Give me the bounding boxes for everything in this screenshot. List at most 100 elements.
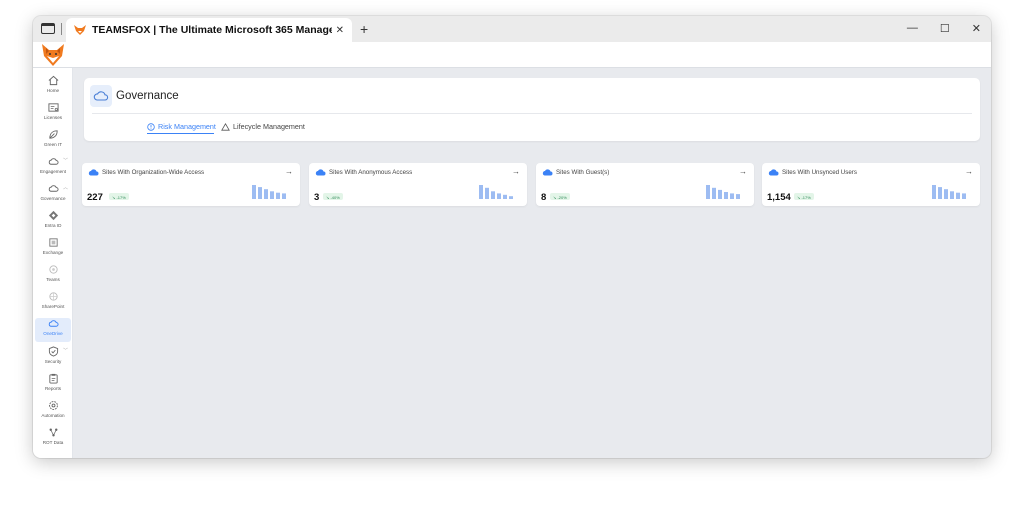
- stat-card-title: Sites With Organization-Wide Access: [102, 169, 205, 176]
- sidebar-item-sharepoint[interactable]: SharePoint: [35, 291, 71, 315]
- page-title: Governance: [116, 90, 179, 102]
- mini-bar: [282, 193, 286, 199]
- sidebar-item-home[interactable]: Home: [35, 75, 71, 99]
- gear-icon: [48, 401, 58, 410]
- tab-close-icon[interactable]: ✕: [336, 25, 344, 36]
- mini-bar: [950, 191, 954, 199]
- trend-badge: ↘ -17%: [794, 193, 814, 200]
- trend-value: -20%: [557, 194, 567, 200]
- sidebar-item-label: Licenses: [43, 115, 63, 120]
- mini-bar-chart: [706, 185, 740, 199]
- sidebar-item-teams[interactable]: Teams: [35, 264, 71, 288]
- chevron-down-icon[interactable]: ﹀: [63, 347, 68, 354]
- minimize-button[interactable]: —: [907, 22, 918, 35]
- teamsfox-logo[interactable]: [41, 43, 65, 67]
- sidebar-item-label: Engagement: [39, 169, 67, 174]
- chevron-up-icon[interactable]: ︿: [63, 184, 68, 191]
- stat-card-value: 227: [87, 192, 103, 203]
- diamond-icon: [48, 210, 58, 221]
- arrow-right-icon[interactable]: →: [512, 167, 520, 176]
- stat-card-value: 8: [541, 192, 547, 203]
- mini-bar: [712, 187, 716, 199]
- leaf-icon: [48, 130, 58, 139]
- mini-bar: [264, 189, 268, 199]
- stat-card-guests[interactable]: Sites With Guest(s) → 8 ↘ -20%: [536, 163, 754, 206]
- fox-favicon-icon: [74, 25, 86, 35]
- stat-card-title: Sites With Guest(s): [556, 169, 610, 176]
- trend-badge: ↘ -40%: [323, 193, 343, 200]
- mini-bar: [736, 194, 740, 199]
- sidebar-item-label: Governance: [40, 196, 66, 201]
- license-icon: [47, 103, 59, 112]
- chevron-down-icon[interactable]: ﹀: [63, 157, 68, 164]
- stat-card-value: 1,154: [767, 192, 791, 203]
- mini-bar: [479, 185, 483, 199]
- onedrive-icon: [48, 320, 59, 327]
- sidebar-item-licenses[interactable]: Licenses: [35, 102, 71, 126]
- maximize-button[interactable]: ☐: [940, 22, 950, 35]
- window-controls: — ☐ ✕: [907, 22, 981, 35]
- active-tab-indicator: [147, 133, 214, 134]
- sidebar-item-label: SharePoint: [41, 304, 65, 309]
- mini-bar: [718, 189, 722, 199]
- stat-card-anonymous-access[interactable]: Sites With Anonymous Access → 3 ↘ -40%: [309, 163, 527, 206]
- onedrive-cloud-icon: [542, 169, 553, 176]
- sidebar-item-label: Automation: [41, 413, 65, 418]
- sidebar-item-onedrive[interactable]: OneDrive: [35, 318, 71, 342]
- mini-bar: [706, 185, 710, 199]
- close-button[interactable]: ✕: [972, 22, 981, 35]
- sidebar-item-label: Security: [44, 359, 62, 364]
- app-header: [33, 42, 991, 68]
- stat-card-title: Sites With Anonymous Access: [329, 169, 413, 176]
- trend-value: -40%: [330, 194, 340, 200]
- tab-label: Lifecycle Management: [233, 122, 305, 131]
- mini-bar: [509, 196, 513, 199]
- tab-risk-management[interactable]: Risk Management: [147, 122, 216, 131]
- teams-icon: [48, 265, 58, 274]
- browser-tab[interactable]: TEAMSFOX | The Ultimate Microsoft 365 Ma…: [66, 18, 352, 42]
- sidebar-item-reports[interactable]: Reports: [35, 373, 71, 397]
- stat-card-title: Sites With Unsynced Users: [782, 169, 857, 176]
- mini-bar: [938, 187, 942, 199]
- sidebar-item-label: OneDrive: [43, 331, 63, 336]
- tab-label: Risk Management: [158, 122, 216, 131]
- sidebar-item-security[interactable]: ﹀ Security: [35, 346, 71, 370]
- stat-card-value: 3: [314, 192, 320, 203]
- sidebar-item-exchange[interactable]: Exchange: [35, 237, 71, 261]
- sidebar: Home Licenses Green IT ﹀ Engagement ︿ Go…: [33, 68, 73, 458]
- sidebar-item-rot-data[interactable]: ROT Data: [35, 427, 71, 451]
- sidebar-item-automation[interactable]: Automation: [35, 400, 71, 424]
- triangle-icon: [221, 122, 230, 131]
- arrow-right-icon[interactable]: →: [965, 167, 973, 176]
- trend-badge: ↘ -20%: [550, 193, 570, 200]
- arrow-right-icon[interactable]: →: [285, 167, 293, 176]
- stat-card-org-wide-access[interactable]: Sites With Organization-Wide Access → 22…: [82, 163, 300, 206]
- arrow-right-icon[interactable]: →: [739, 167, 747, 176]
- stat-card-unsynced-users[interactable]: Sites With Unsynced Users → 1,154 ↘ -17%: [762, 163, 980, 206]
- sidebar-item-label: Exchange: [42, 250, 64, 255]
- sharepoint-icon: [48, 292, 58, 301]
- sidebar-item-entra-id[interactable]: Entra ID: [35, 210, 71, 234]
- governance-header-card: Governance Risk Management Lifecycle Man…: [84, 78, 980, 141]
- exchange-icon: [48, 238, 58, 247]
- new-tab-button[interactable]: +: [360, 21, 368, 37]
- mini-bar: [956, 192, 960, 199]
- sidebar-item-green-it[interactable]: Green IT: [35, 129, 71, 153]
- sidebar-item-governance[interactable]: ︿ Governance: [35, 183, 71, 207]
- mini-bar: [944, 189, 948, 199]
- sidebar-item-label: Green IT: [43, 142, 63, 147]
- divider: [92, 113, 972, 114]
- trend-value: -17%: [116, 194, 126, 200]
- sidebar-item-engagement[interactable]: ﹀ Engagement: [35, 156, 71, 180]
- onedrive-cloud-icon: [768, 169, 779, 176]
- mini-bar: [252, 185, 256, 199]
- mini-bar-chart: [932, 185, 966, 199]
- cloud-icon: [93, 91, 109, 101]
- trend-badge: ↘ -17%: [109, 193, 129, 200]
- tab-lifecycle-management[interactable]: Lifecycle Management: [221, 122, 305, 131]
- mini-bar: [503, 194, 507, 199]
- mini-bar-chart: [479, 185, 513, 199]
- window-menu-icon[interactable]: [41, 23, 55, 34]
- alert-circle-icon: [147, 122, 155, 131]
- sidebar-item-label: Entra ID: [44, 223, 62, 228]
